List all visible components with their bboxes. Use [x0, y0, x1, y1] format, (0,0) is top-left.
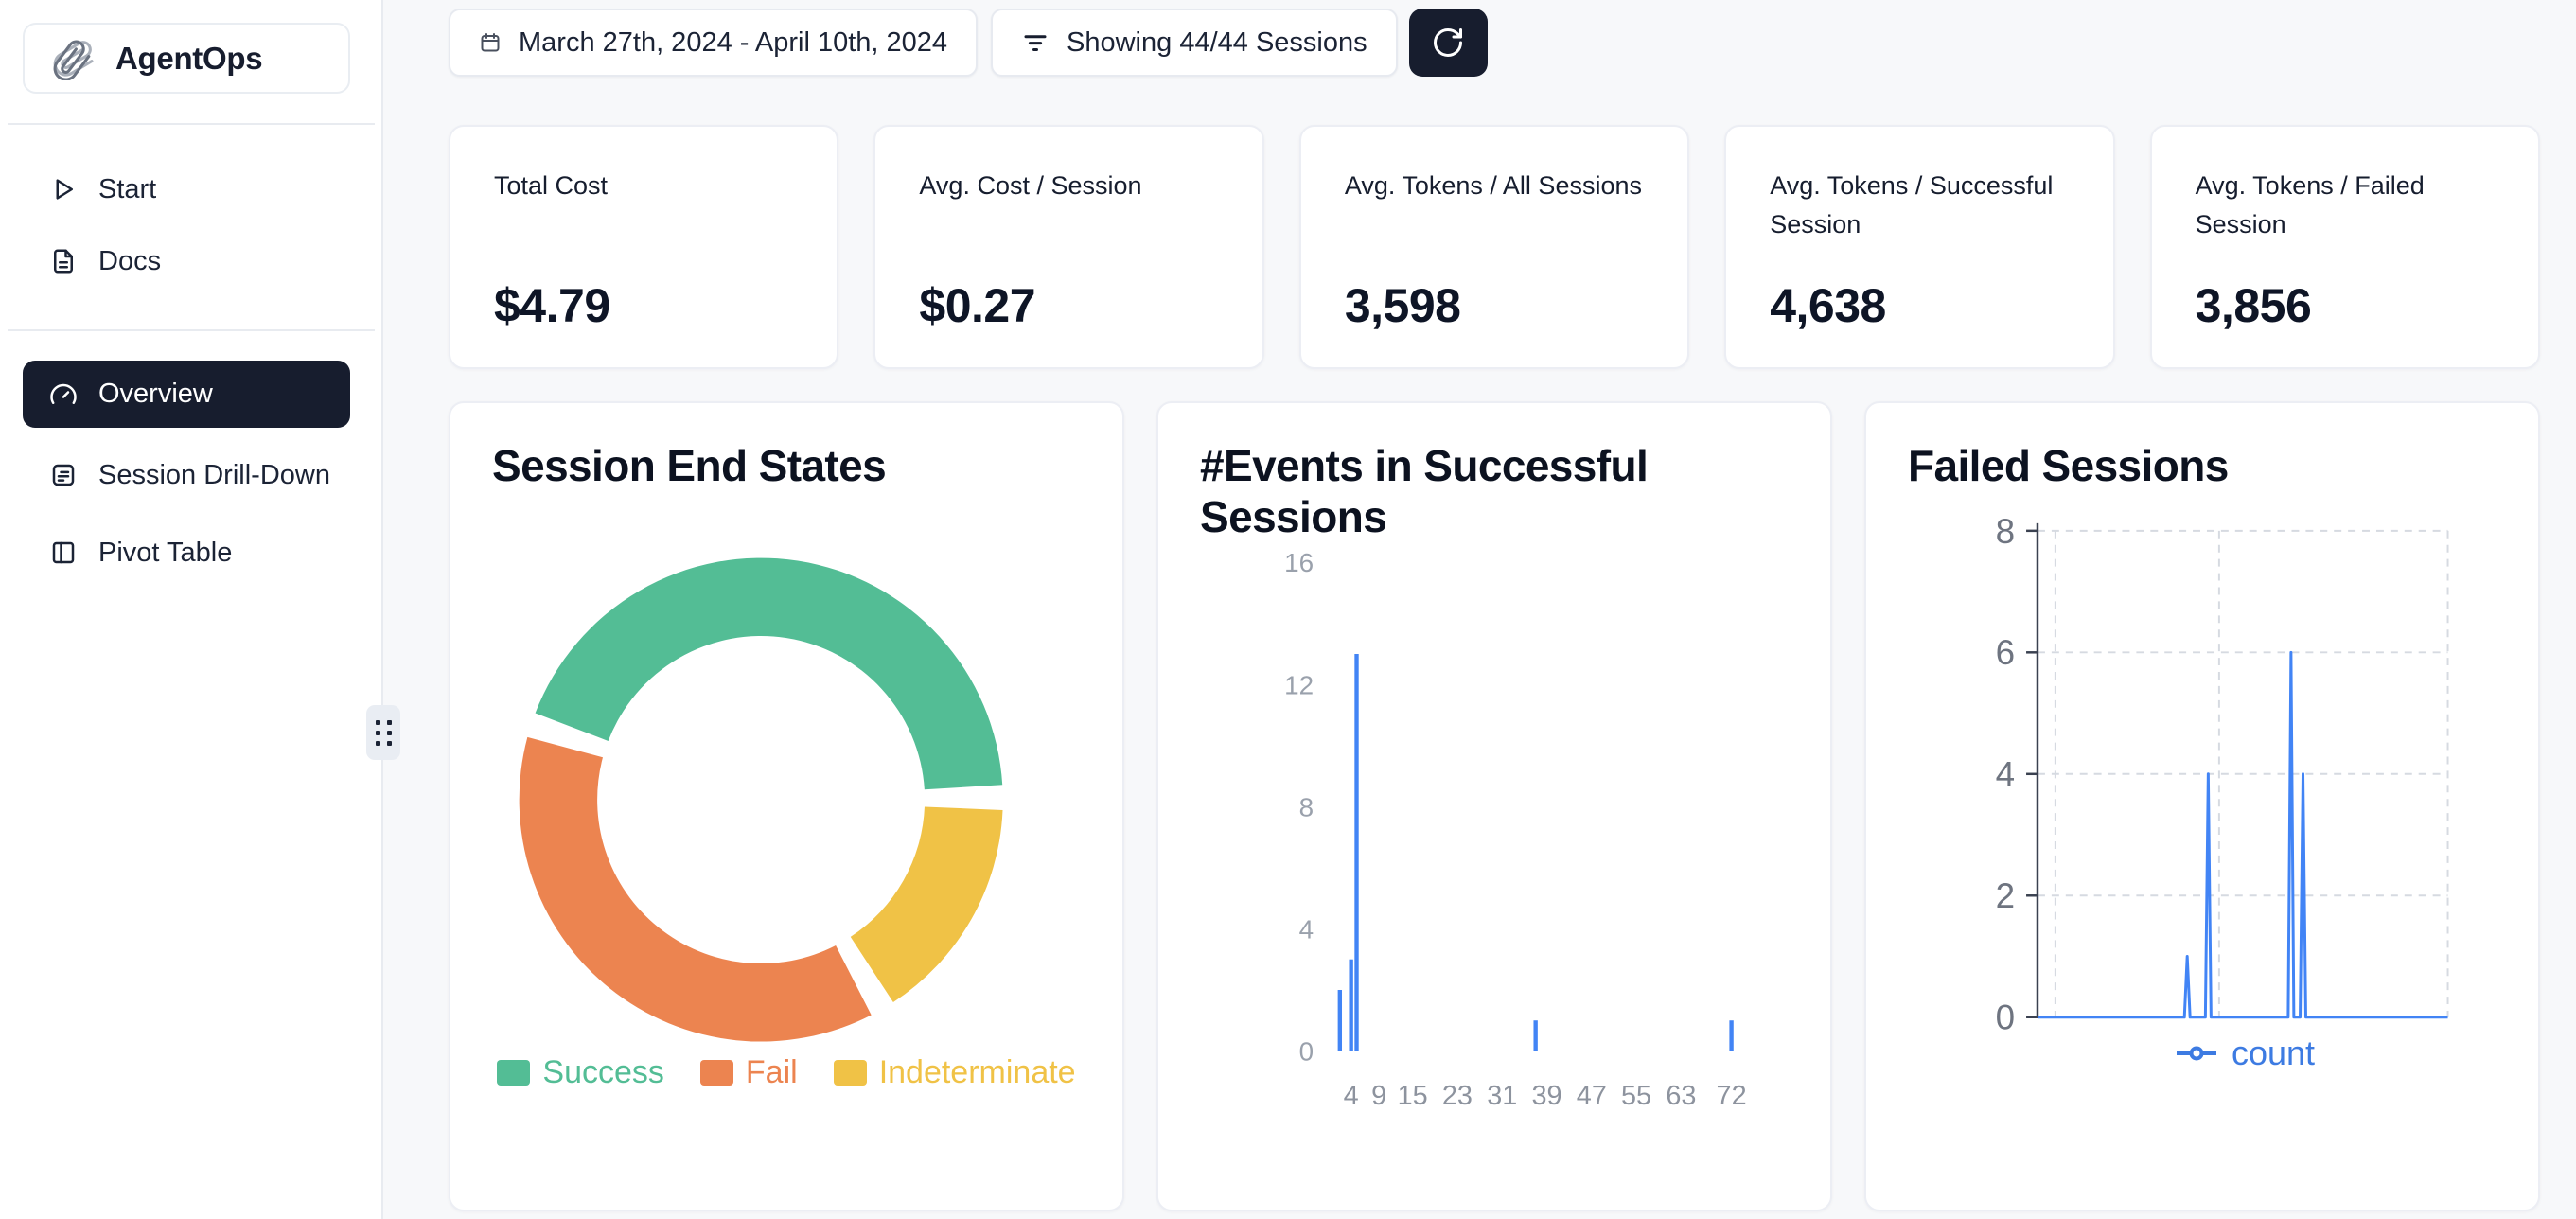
main-content: March 27th, 2024 - April 10th, 2024 Show…: [383, 0, 2576, 1219]
stat-card-avg-cost-session: Avg. Cost / Session $0.27: [873, 125, 1263, 369]
stats-row: Total Cost $4.79 Avg. Cost / Session $0.…: [449, 125, 2540, 369]
donut-legend-item-indeterminate[interactable]: Indeterminate: [834, 1054, 1076, 1091]
y-tick-label: 8: [1299, 792, 1314, 822]
stat-value: $4.79: [494, 278, 610, 333]
y-tick-label: 0: [1299, 1036, 1314, 1066]
y-tick-label: 8: [1996, 512, 2015, 551]
date-range-label: March 27th, 2024 - April 10th, 2024: [519, 27, 947, 59]
count-line[interactable]: [2038, 652, 2448, 1016]
legend-swatch: [834, 1060, 867, 1086]
stat-value: $0.27: [919, 278, 1035, 333]
refresh-button[interactable]: [1409, 9, 1488, 77]
sidebar: AgentOps Start Docs Overview Session Dri…: [0, 0, 383, 1219]
docs-icon: [49, 247, 78, 275]
paperclip-logo-icon: [53, 37, 97, 80]
y-tick-label: 4: [1299, 914, 1314, 944]
x-tick-label: 39: [1531, 1081, 1561, 1111]
sidebar-item-start[interactable]: Start: [23, 156, 350, 222]
stat-value: 4,638: [1770, 278, 1886, 333]
chart-title: #Events in Successful Sessions: [1200, 441, 1749, 543]
count-legend-label: count: [2232, 1034, 2315, 1073]
stat-card-avg-tokens-successful: Avg. Tokens / Successful Session 4,638: [1724, 125, 2114, 369]
stat-label: Avg. Tokens / All Sessions: [1345, 167, 1642, 205]
filter-lines-icon: [1021, 28, 1050, 57]
stat-label: Avg. Cost / Session: [919, 167, 1141, 205]
stat-label: Avg. Tokens / Failed Session: [2196, 167, 2508, 243]
y-tick-label: 16: [1284, 548, 1314, 577]
stat-card-avg-tokens-failed: Avg. Tokens / Failed Session 3,856: [2150, 125, 2540, 369]
legend-label: Fail: [746, 1054, 798, 1091]
y-tick-label: 6: [1996, 633, 2015, 672]
brand-name: AgentOps: [115, 41, 262, 77]
bar[interactable]: [1729, 1020, 1733, 1051]
sidebar-item-label: Start: [98, 174, 156, 205]
sidebar-item-label: Pivot Table: [98, 538, 232, 569]
failed-sessions-line-chart: 0 2 4 6 8: [1866, 403, 2538, 1210]
stat-card-avg-tokens-all: Avg. Tokens / All Sessions 3,598: [1299, 125, 1689, 369]
pivot-table-icon: [49, 539, 78, 567]
y-tick-label: 2: [1996, 876, 2015, 915]
sessions-filter-label: Showing 44/44 Sessions: [1067, 27, 1367, 59]
y-tick-label: 12: [1284, 670, 1314, 699]
legend-swatch: [497, 1060, 530, 1086]
brand-logo[interactable]: AgentOps: [23, 23, 350, 94]
sidebar-divider: [8, 123, 375, 125]
donut-legend-item-success[interactable]: Success: [497, 1054, 664, 1091]
failed-sessions-card: Failed Sessions 0 2 4 6 8 count: [1864, 401, 2540, 1211]
refresh-icon: [1431, 26, 1465, 60]
sidebar-divider: [8, 329, 375, 331]
x-tick-label: 72: [1717, 1081, 1747, 1111]
x-tick-label: 47: [1577, 1081, 1607, 1111]
legend-label: Indeterminate: [879, 1054, 1076, 1091]
stat-label: Total Cost: [494, 167, 608, 205]
x-tick-label: 15: [1398, 1081, 1428, 1111]
donut-slice-fail[interactable]: [520, 737, 872, 1042]
sidebar-item-overview[interactable]: Overview: [23, 361, 350, 428]
stat-card-total-cost: Total Cost $4.79: [449, 125, 838, 369]
topbar: March 27th, 2024 - April 10th, 2024 Show…: [449, 9, 2540, 77]
chart-title: Failed Sessions: [1908, 441, 2229, 492]
x-tick-label: 23: [1442, 1081, 1473, 1111]
y-tick-label: 0: [1996, 998, 2015, 1037]
sidebar-item-pivot-table[interactable]: Pivot Table: [23, 520, 350, 586]
count-legend-marker: [2175, 1044, 2218, 1063]
legend-label: Success: [542, 1054, 664, 1091]
bar[interactable]: [1349, 960, 1352, 1051]
stat-value: 3,856: [2196, 278, 2312, 333]
session-end-states-card: Session End States Success Fail Indetermin…: [449, 401, 1124, 1211]
sidebar-item-docs[interactable]: Docs: [23, 228, 350, 294]
session-list-icon: [49, 461, 78, 489]
events-histogram-card: #Events in Successful Sessions 048121649…: [1156, 401, 1832, 1211]
sidebar-item-label: Session Drill-Down: [98, 460, 330, 491]
bar[interactable]: [1533, 1020, 1537, 1051]
sessions-filter-button[interactable]: Showing 44/44 Sessions: [991, 9, 1398, 77]
x-tick-label: 55: [1621, 1081, 1651, 1111]
date-range-button[interactable]: March 27th, 2024 - April 10th, 2024: [449, 9, 978, 77]
legend-swatch: [700, 1060, 733, 1086]
y-tick-label: 4: [1996, 755, 2015, 794]
donut-legend-item-fail[interactable]: Fail: [700, 1054, 798, 1091]
charts-row: Session End States Success Fail Indetermin…: [449, 401, 2540, 1211]
sidebar-item-label: Overview: [98, 379, 213, 410]
stat-label: Avg. Tokens / Successful Session: [1770, 167, 2082, 243]
calendar-icon: [479, 31, 502, 54]
sidebar-item-label: Docs: [98, 246, 161, 277]
sidebar-item-session-drill-down[interactable]: Session Drill-Down: [23, 442, 350, 508]
x-tick-label: 4: [1344, 1081, 1359, 1111]
chart-title: Session End States: [492, 441, 886, 492]
count-legend-item[interactable]: count: [2038, 1034, 2451, 1073]
donut-legend: Success Fail Indeterminate: [450, 1054, 1122, 1091]
bar[interactable]: [1354, 654, 1358, 1051]
donut-slice-success[interactable]: [536, 558, 1003, 790]
gauge-icon: [49, 380, 78, 409]
x-tick-label: 9: [1371, 1081, 1386, 1111]
play-icon: [49, 175, 78, 203]
x-tick-label: 31: [1487, 1081, 1517, 1111]
x-tick-label: 63: [1666, 1081, 1696, 1111]
stat-value: 3,598: [1345, 278, 1461, 333]
bar[interactable]: [1338, 990, 1342, 1051]
donut-slice-indeterminate[interactable]: [851, 806, 1003, 1002]
